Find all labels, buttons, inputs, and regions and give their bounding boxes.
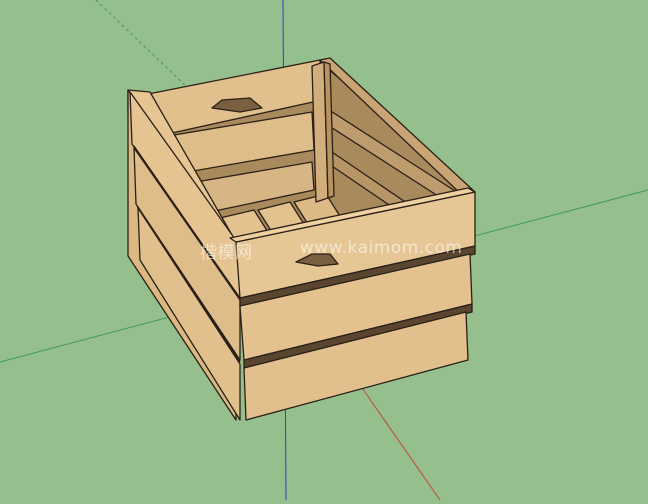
watermark-logo-text: 楷模网 (200, 243, 253, 263)
green-axis-dashed-line (95, 0, 191, 91)
watermark-url: www.kaimom.com (300, 238, 463, 258)
red-axis-line (359, 384, 441, 501)
